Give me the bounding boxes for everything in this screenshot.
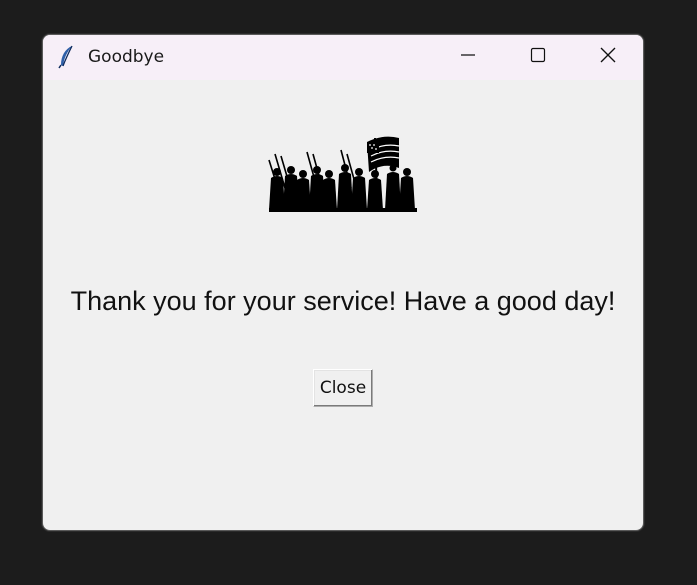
goodbye-window: Goodbye Thank you for your service! Have…	[42, 34, 644, 531]
window-content: Thank you for your service! Have a good …	[43, 80, 643, 530]
close-icon	[600, 47, 616, 68]
maximize-icon	[530, 47, 546, 68]
maximize-button[interactable]	[503, 35, 573, 80]
window-title: Goodbye	[88, 47, 165, 67]
farewell-message: Thank you for your service! Have a good …	[70, 286, 616, 316]
feather-icon	[57, 45, 77, 69]
title-bar[interactable]: Goodbye	[43, 35, 643, 80]
minimize-button[interactable]	[433, 35, 503, 80]
close-window-button[interactable]	[573, 35, 643, 80]
marching-soldiers-image	[267, 132, 419, 216]
close-button[interactable]: Close	[313, 369, 373, 407]
minimize-icon	[460, 47, 476, 68]
